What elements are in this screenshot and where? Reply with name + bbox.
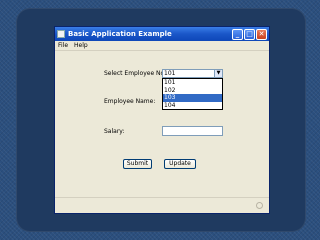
status-bar xyxy=(55,197,269,213)
circle-icon xyxy=(256,202,263,209)
minimize-button[interactable]: _ xyxy=(232,28,243,40)
menu-file[interactable]: File xyxy=(58,42,68,49)
form-area: Select Employee No: 101 ▼ 101 102 103 10… xyxy=(55,51,269,209)
title-bar[interactable]: Basic Application Example _ □ ✕ xyxy=(55,27,269,41)
dropdown-option-103[interactable]: 103 xyxy=(163,94,222,102)
employee-number-value: 101 xyxy=(164,70,176,77)
employee-number-dropdown[interactable]: 101 102 103 104 xyxy=(162,78,223,110)
chevron-down-icon[interactable]: ▼ xyxy=(214,70,222,77)
employee-number-label: Select Employee No: xyxy=(104,70,167,77)
menu-help[interactable]: Help xyxy=(74,42,88,49)
dropdown-option-101[interactable]: 101 xyxy=(163,79,222,87)
close-button[interactable]: ✕ xyxy=(256,28,267,40)
dropdown-option-104[interactable]: 104 xyxy=(163,102,222,110)
salary-field[interactable] xyxy=(162,126,223,136)
salary-label: Salary: xyxy=(104,128,125,135)
employee-number-combo[interactable]: 101 ▼ xyxy=(162,69,223,78)
java-window-icon xyxy=(57,30,65,38)
maximize-button[interactable]: □ xyxy=(244,28,255,40)
employee-name-label: Employee Name: xyxy=(104,98,156,105)
window-title: Basic Application Example xyxy=(68,30,172,38)
submit-button[interactable]: Submit xyxy=(123,159,152,169)
app-window: Basic Application Example _ □ ✕ File Hel… xyxy=(54,26,270,214)
update-button[interactable]: Update xyxy=(164,159,196,169)
dropdown-option-102[interactable]: 102 xyxy=(163,87,222,95)
menu-bar: File Help xyxy=(55,41,269,51)
